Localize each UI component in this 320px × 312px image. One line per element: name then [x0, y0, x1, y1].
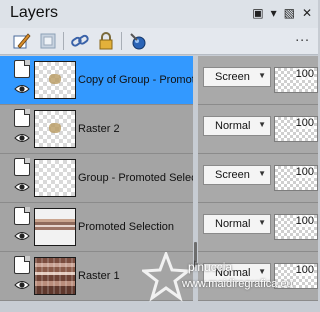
layer-thumbnail — [34, 110, 76, 148]
mask-icon[interactable] — [38, 31, 58, 51]
blend-mode-select[interactable]: Screen ▼ — [203, 165, 271, 185]
chevron-down-icon[interactable]: ▾ — [271, 7, 277, 19]
opacity-field[interactable]: 100 — [274, 214, 318, 240]
chevron-down-icon: ▼ — [258, 267, 266, 276]
layer-thumbnail — [34, 159, 76, 197]
blend-mode-value: Normal — [215, 267, 251, 279]
eye-icon[interactable] — [14, 279, 30, 291]
layer-row[interactable]: Raster 1 Normal ▼ 100 — [0, 252, 318, 301]
layer-name: Group - Promoted Selection — [78, 172, 196, 184]
opacity-field[interactable]: 100 — [274, 263, 318, 289]
chevron-down-icon: ▼ — [258, 71, 266, 80]
chevron-down-icon: ▼ — [258, 120, 266, 129]
restore-icon[interactable]: ▣ — [252, 7, 263, 19]
opacity-value: 100 — [295, 117, 314, 129]
eye-icon[interactable] — [14, 181, 30, 193]
layer-row[interactable]: Promoted Selection Normal ▼ 100 — [0, 203, 318, 252]
opacity-value: 100 — [295, 215, 314, 227]
layer-type-icon — [14, 60, 30, 78]
layers-toolbar: ∙∙∙ — [0, 28, 318, 55]
layer-name: Raster 1 — [78, 270, 120, 282]
layer-thumbnail — [34, 257, 76, 295]
layer-type-icon — [14, 158, 30, 176]
panel-titlebar: Layers ▣ ▾ ▧ ✕ — [0, 0, 318, 29]
layer-name: Copy of Group - Promoted — [78, 74, 196, 86]
pin-icon[interactable]: ▧ — [284, 7, 295, 19]
opacity-value: 100 — [295, 264, 314, 276]
blend-mode-value: Normal — [215, 218, 251, 230]
panel-title: Layers — [10, 4, 59, 21]
layer-row[interactable]: Group - Promoted Selection Screen ▼ 100 — [0, 154, 318, 203]
chevron-down-icon: ▼ — [258, 169, 266, 178]
opacity-field[interactable]: 100 — [274, 116, 318, 142]
link-icon[interactable] — [70, 31, 90, 51]
layer-thumbnail — [34, 61, 76, 99]
blend-mode-select[interactable]: Normal ▼ — [203, 116, 271, 136]
layer-type-icon — [14, 109, 30, 127]
blend-mode-value: Screen — [215, 71, 250, 83]
opacity-field[interactable]: 100 — [274, 165, 318, 191]
layer-row[interactable]: Raster 2 Normal ▼ 100 — [0, 105, 318, 154]
close-icon[interactable]: ✕ — [302, 7, 312, 19]
blend-mode-value: Screen — [215, 169, 250, 181]
blend-mode-select[interactable]: Screen ▼ — [203, 67, 271, 87]
new-layer-icon[interactable] — [128, 31, 148, 51]
expand-arrow-icon[interactable] — [194, 260, 198, 268]
opacity-value: 100 — [295, 68, 314, 80]
layer-name: Raster 2 — [78, 123, 120, 135]
layer-type-icon — [14, 256, 30, 274]
edit-layer-icon[interactable] — [12, 31, 32, 51]
blend-mode-select[interactable]: Normal ▼ — [203, 214, 271, 234]
layer-thumbnail — [34, 208, 76, 246]
opacity-field[interactable]: 100 — [274, 67, 318, 93]
blend-mode-select[interactable]: Normal ▼ — [203, 263, 271, 283]
opacity-value: 100 — [295, 166, 314, 178]
thumbnail-glyph — [49, 74, 61, 84]
toolbar-overflow-icon[interactable]: ∙∙∙ — [295, 31, 310, 47]
toolbar-separator — [121, 32, 122, 50]
layers-list: Copy of Group - Promoted Screen ▼ 100 Ra… — [0, 56, 318, 312]
eye-icon[interactable] — [14, 132, 30, 144]
layer-row[interactable]: Copy of Group - Promoted Screen ▼ 100 — [0, 56, 318, 105]
chevron-down-icon: ▼ — [258, 218, 266, 227]
title-controls: ▣ ▾ ▧ ✕ — [252, 7, 312, 19]
layer-name: Promoted Selection — [78, 221, 174, 233]
blend-mode-value: Normal — [215, 120, 251, 132]
eye-icon[interactable] — [14, 230, 30, 242]
layer-type-icon — [14, 207, 30, 225]
lock-icon[interactable] — [96, 31, 116, 51]
column-splitter[interactable] — [193, 56, 198, 312]
thumbnail-glyph — [49, 123, 61, 133]
toolbar-separator — [63, 32, 64, 50]
eye-icon[interactable] — [14, 83, 30, 95]
